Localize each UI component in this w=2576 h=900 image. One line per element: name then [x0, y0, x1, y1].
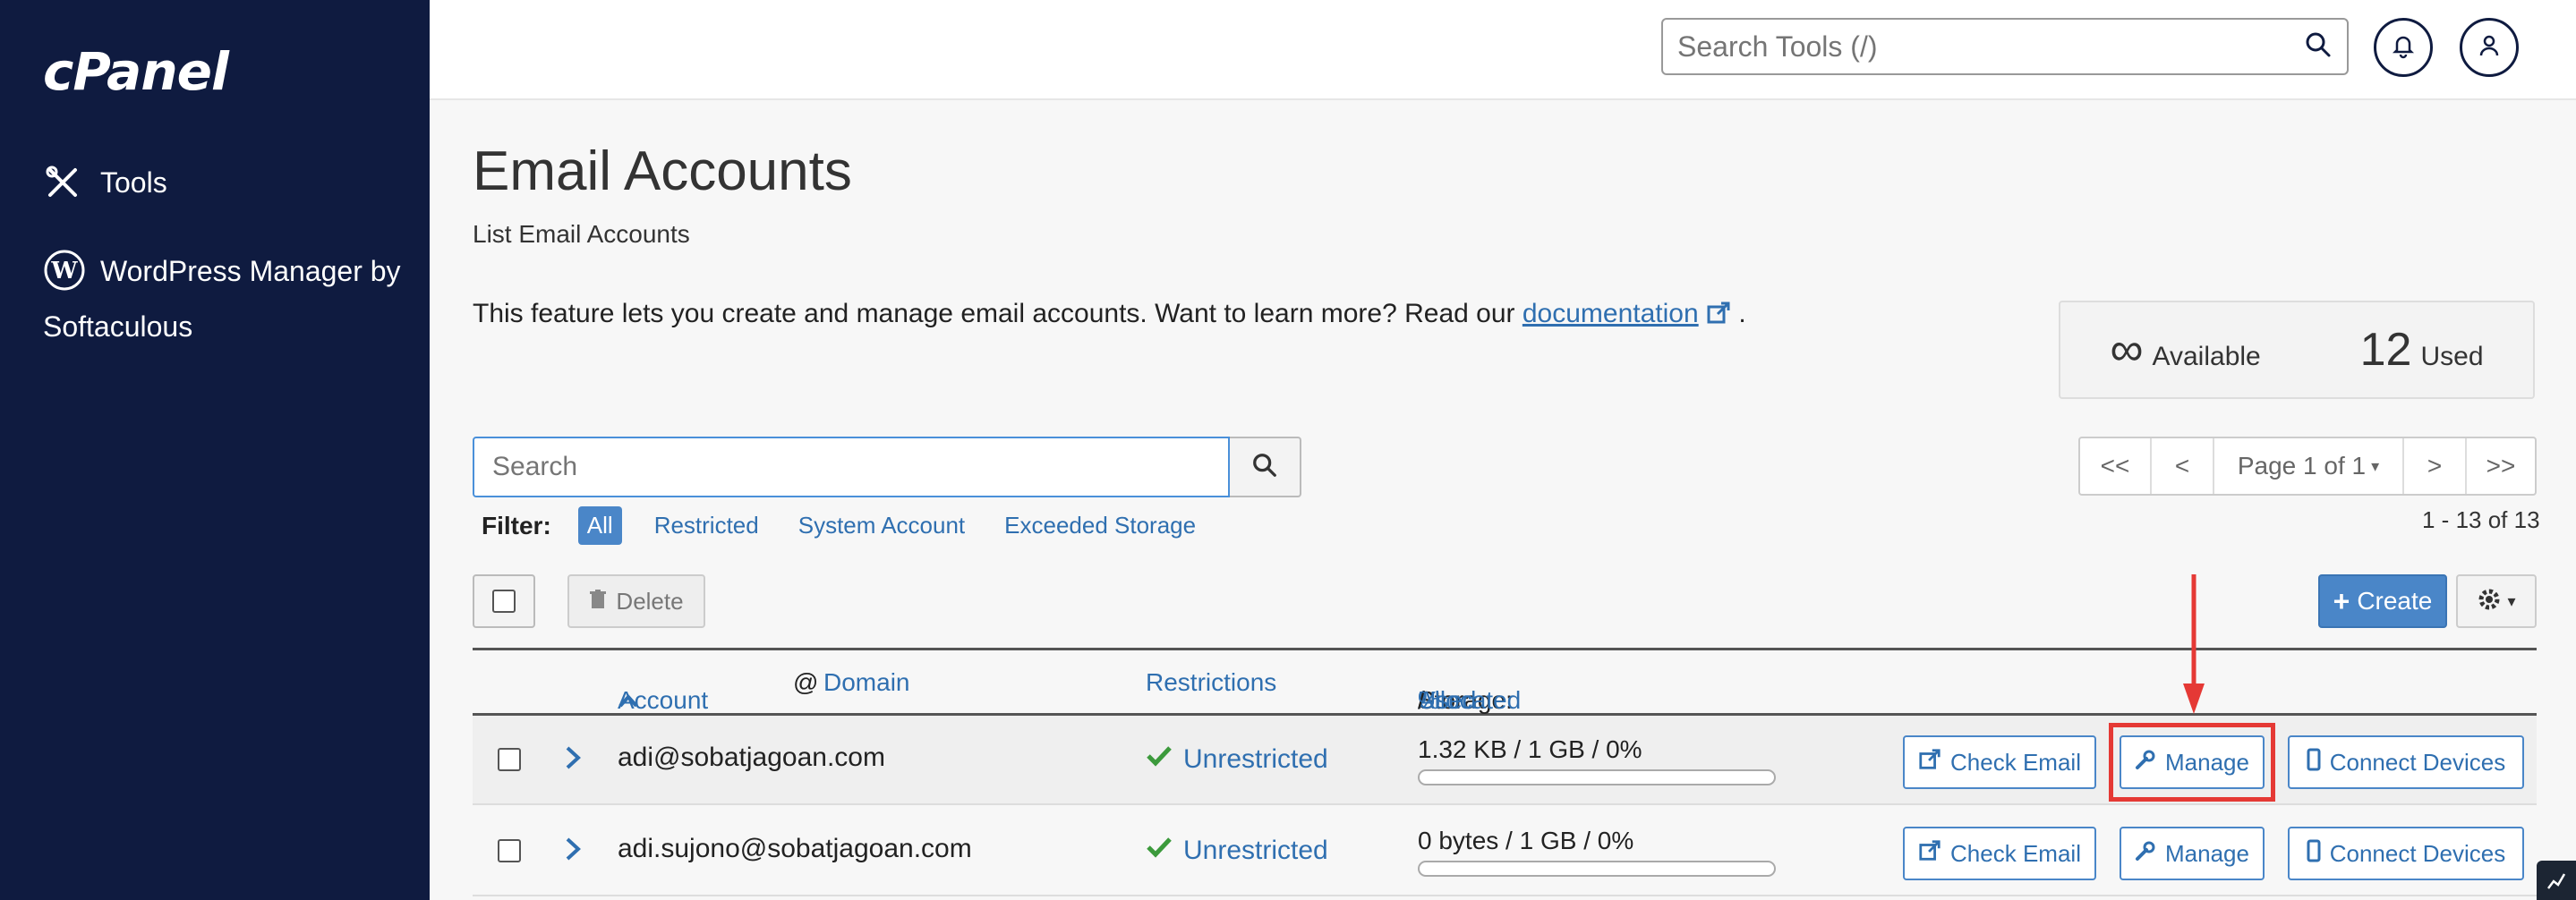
check-icon — [1146, 744, 1173, 775]
row-checkbox[interactable] — [498, 839, 521, 862]
delete-button[interactable]: Delete — [567, 574, 705, 628]
connect-devices-button[interactable]: Connect Devices — [2288, 735, 2524, 789]
external-link-icon — [1918, 748, 1941, 777]
page-title: Email Accounts — [473, 140, 852, 202]
storage-bar — [1418, 769, 1776, 785]
pagination: << < Page 1 of 1 ▾ > >> — [2078, 437, 2537, 496]
mobile-icon — [2307, 839, 2321, 869]
chart-widget-icon[interactable] — [2537, 861, 2576, 900]
wrench-icon — [2135, 840, 2156, 868]
page-next-button[interactable]: > — [2404, 438, 2467, 494]
notifications-button[interactable] — [2374, 18, 2433, 77]
sidebar-item-label: WordPress Manager by Softaculous — [43, 255, 401, 343]
check-email-button[interactable]: Check Email — [1903, 827, 2096, 880]
wordpress-icon: W — [43, 249, 86, 292]
documentation-link[interactable]: documentation — [1523, 299, 1699, 328]
settings-dropdown-button[interactable]: ▾ — [2456, 574, 2537, 628]
sort-percent[interactable]: % — [1418, 686, 1440, 715]
filter-all[interactable]: All — [577, 506, 622, 545]
table-header: Account @ Domain Restrictions Storage: U… — [473, 648, 2537, 716]
manage-button[interactable]: Manage — [2120, 827, 2265, 880]
external-link-icon — [1918, 839, 1941, 869]
tool-search-box[interactable] — [1661, 18, 2349, 75]
user-menu-button[interactable] — [2460, 18, 2519, 77]
filter-label: Filter: — [482, 511, 551, 539]
tools-icon — [43, 163, 82, 202]
select-all-checkbox[interactable] — [473, 574, 535, 628]
page-first-button[interactable]: << — [2080, 438, 2152, 494]
plus-icon: + — [2333, 584, 2350, 617]
tool-search-input[interactable] — [1677, 30, 2304, 64]
search-icon[interactable] — [2304, 30, 2333, 64]
check-email-button[interactable]: Check Email — [1903, 735, 2096, 789]
mobile-icon — [2307, 748, 2321, 777]
caret-down-icon: ▾ — [2371, 456, 2380, 475]
results-range: 1 - 13 of 13 — [2422, 506, 2540, 533]
svg-text:W: W — [50, 258, 78, 284]
caret-down-icon: ▾ — [2507, 591, 2516, 610]
sidebar-item-tools[interactable]: Tools — [43, 163, 167, 202]
account-email: adi@sobatjagoan.com — [618, 743, 885, 772]
filter-bar: Filter: All Restricted System Account Ex… — [482, 506, 1235, 545]
account-search-button[interactable] — [1230, 437, 1301, 497]
chevron-right-icon[interactable] — [562, 834, 584, 869]
stat-available: ∞ Available — [2110, 324, 2261, 376]
account-search-input[interactable] — [473, 437, 1230, 497]
chevron-right-icon[interactable] — [562, 743, 584, 777]
header-at: @ — [793, 668, 819, 696]
connect-devices-button[interactable]: Connect Devices — [2288, 827, 2524, 880]
account-email: adi.sujono@sobatjagoan.com — [618, 834, 972, 863]
account-search — [473, 437, 1301, 497]
annotation-arrow — [2180, 573, 2207, 720]
storage-usage: 0 bytes / 1 GB / 0% — [1418, 827, 1776, 877]
external-link-icon[interactable] — [1706, 299, 1738, 328]
annotation-highlight-box — [2109, 723, 2275, 802]
create-button[interactable]: + Create — [2318, 574, 2447, 628]
filter-restricted[interactable]: Restricted — [654, 512, 759, 539]
gear-icon — [2477, 587, 2502, 616]
table-row: adi.sujono@sobatjagoan.com Unrestricted … — [473, 807, 2537, 896]
page-prev-button[interactable]: < — [2152, 438, 2214, 494]
bell-icon — [2390, 32, 2417, 64]
sort-restrictions[interactable]: Restrictions — [1146, 668, 1276, 697]
restriction-status[interactable]: Unrestricted — [1146, 836, 1328, 866]
sidebar-item-wordpress[interactable]: W WordPress Manager by Softaculous — [43, 243, 401, 354]
search-icon — [1251, 452, 1278, 483]
cpanel-logo[interactable]: cPanel — [43, 41, 229, 102]
account-stats: ∞ Available 12 Used — [2059, 301, 2535, 399]
sort-domain[interactable]: Domain — [823, 668, 909, 697]
filter-system-account[interactable]: System Account — [798, 512, 965, 539]
page-last-button[interactable]: >> — [2467, 438, 2535, 494]
user-icon — [2476, 32, 2503, 64]
stat-used: 12 Used — [2359, 324, 2484, 376]
sort-up-icon — [618, 686, 639, 715]
row-checkbox[interactable] — [498, 748, 521, 771]
page-select[interactable]: Page 1 of 1 ▾ — [2214, 438, 2404, 494]
sidebar-item-label: Tools — [100, 166, 167, 199]
sidebar: cPanel Tools W WordPress Manager by Soft… — [0, 0, 430, 900]
filter-exceeded-storage[interactable]: Exceeded Storage — [1004, 512, 1196, 539]
storage-bar — [1418, 861, 1776, 877]
page-subtitle: List Email Accounts — [473, 220, 690, 248]
trash-icon — [589, 588, 607, 616]
storage-usage: 1.32 KB / 1 GB / 0% — [1418, 735, 1776, 785]
topbar — [430, 0, 2576, 100]
check-icon — [1146, 836, 1173, 866]
restriction-status[interactable]: Unrestricted — [1146, 744, 1328, 775]
page-description: This feature lets you create and manage … — [473, 299, 1746, 328]
